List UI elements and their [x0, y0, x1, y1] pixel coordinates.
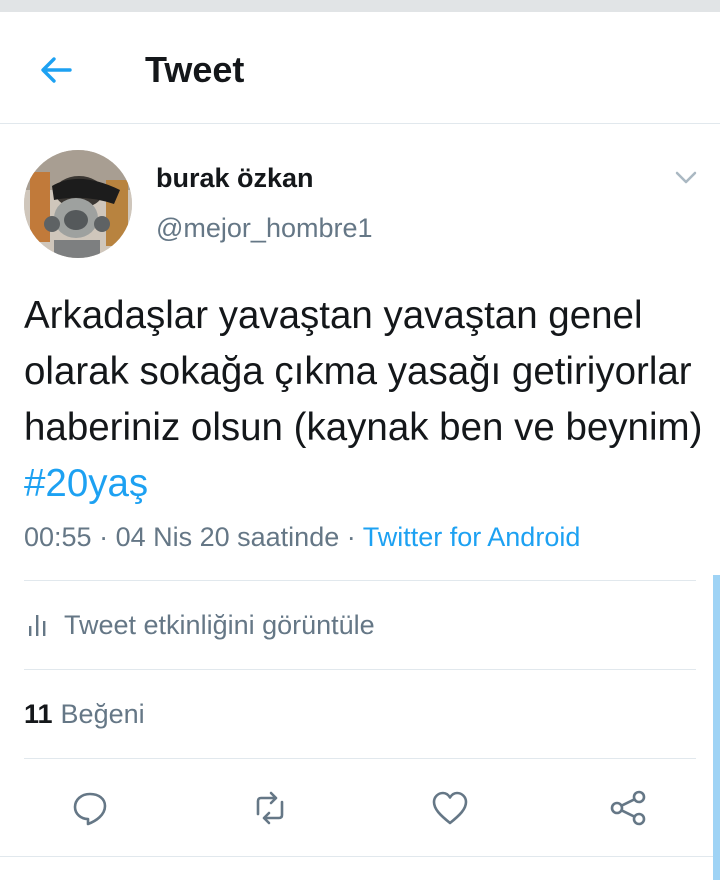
hashtag-link[interactable]: #20yaş: [24, 462, 148, 505]
tweet-date: 04 Nis 20 saatinde: [115, 522, 340, 552]
top-app-bar: Tweet: [0, 12, 720, 124]
author-name[interactable]: burak özkan: [156, 162, 314, 194]
divider: [0, 856, 720, 857]
like-icon: [432, 791, 468, 825]
share-icon: [610, 790, 646, 826]
reply-icon: [73, 792, 107, 826]
meta-separator: ·: [339, 522, 363, 552]
tweet-activity-label: Tweet etkinliğini görüntüle: [64, 609, 375, 640]
tweet-activity-button[interactable]: Tweet etkinliğini görüntüle: [24, 582, 696, 668]
tweet-meta: 00:55 · 04 Nis 20 saatinde · Twitter for…: [24, 520, 704, 554]
likes-summary[interactable]: 11 Beğeni: [24, 670, 696, 758]
bar-chart-icon: [29, 615, 46, 636]
tweet-text: Arkadaşlar yavaştan yavaştan genel olara…: [24, 294, 703, 449]
retweet-icon: [256, 791, 284, 825]
likes-count: 11: [24, 698, 53, 729]
meta-separator: ·: [91, 522, 116, 552]
likes-label: Beğeni: [60, 698, 145, 729]
reply-button[interactable]: [68, 786, 112, 830]
divider: [24, 580, 696, 581]
avatar[interactable]: [24, 150, 132, 258]
status-strip: [0, 0, 720, 12]
author-handle[interactable]: @mejor_hombre1: [156, 212, 373, 244]
scrollbar-thumb[interactable]: [713, 575, 720, 880]
like-button[interactable]: [428, 786, 472, 830]
arrow-left-icon: [41, 57, 72, 83]
chevron-down-icon: [675, 171, 697, 184]
divider: [24, 758, 696, 759]
back-button[interactable]: [36, 50, 76, 90]
page-title: Tweet: [145, 49, 245, 90]
more-options-button[interactable]: [668, 164, 704, 192]
retweet-button[interactable]: [248, 786, 292, 830]
tweet-time: 00:55: [24, 522, 92, 552]
tweet-source-link[interactable]: Twitter for Android: [363, 522, 581, 552]
tweet-body: Arkadaşlar yavaştan yavaştan genel olara…: [24, 288, 704, 512]
share-button[interactable]: [606, 786, 650, 830]
